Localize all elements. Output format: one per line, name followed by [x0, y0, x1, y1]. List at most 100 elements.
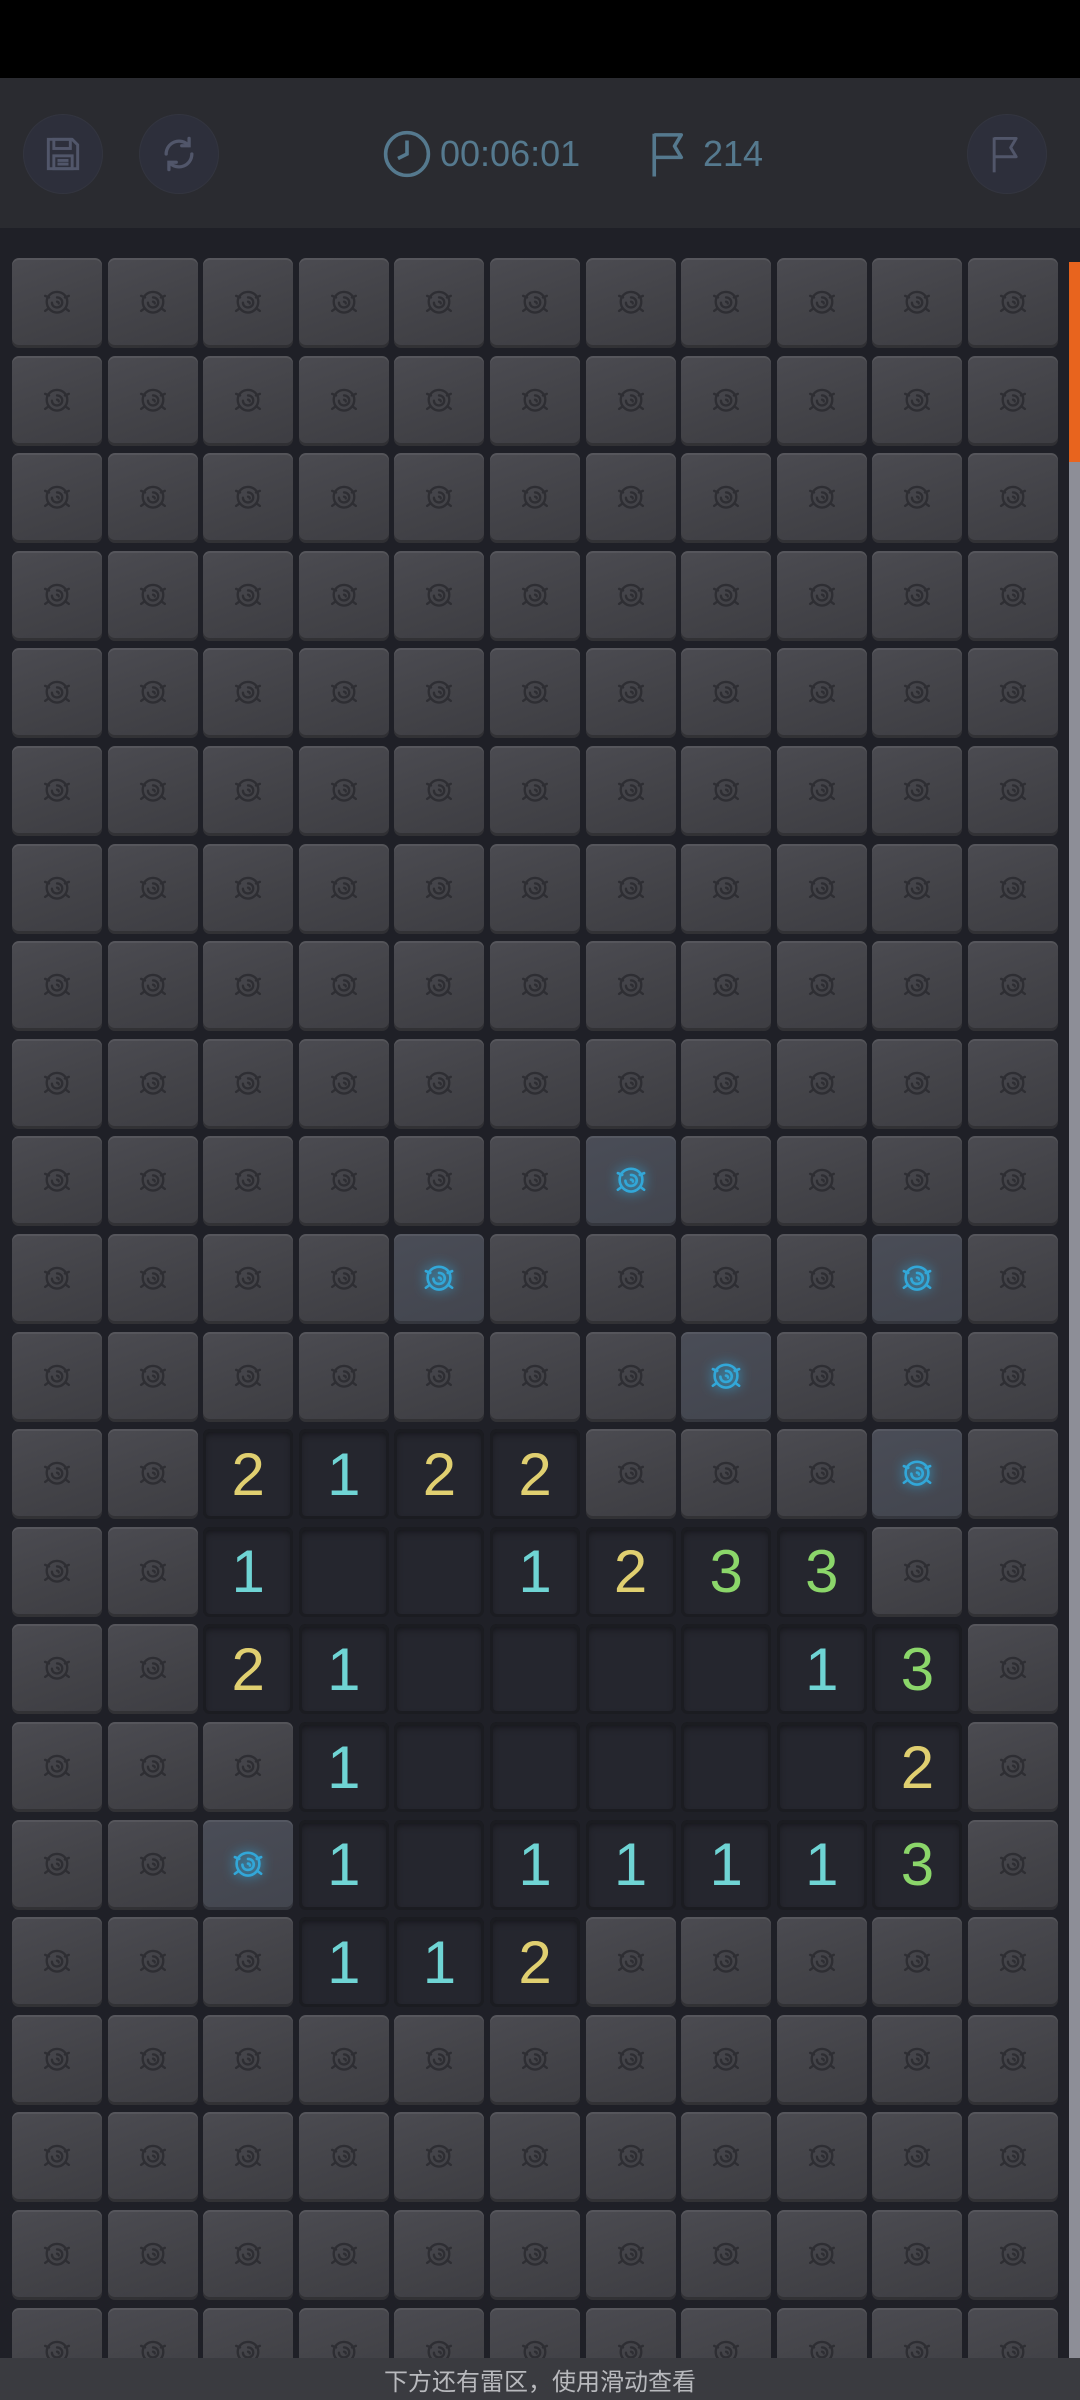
- hidden-cell[interactable]: [681, 1917, 772, 2008]
- hidden-cell[interactable]: [107, 1819, 198, 1910]
- hidden-cell[interactable]: [394, 258, 485, 348]
- hidden-cell[interactable]: [490, 453, 580, 544]
- hidden-cell[interactable]: [394, 1136, 485, 1227]
- hidden-cell[interactable]: [585, 746, 676, 836]
- hidden-cell[interactable]: [490, 1038, 580, 1129]
- hidden-cell[interactable]: [12, 2210, 102, 2300]
- hidden-cell[interactable]: [203, 648, 294, 739]
- hidden-cell[interactable]: [12, 843, 102, 934]
- hidden-cell[interactable]: [107, 1722, 198, 1812]
- hidden-cell[interactable]: [394, 2210, 485, 2300]
- hidden-cell[interactable]: [203, 941, 294, 1032]
- hidden-cell[interactable]: [107, 1624, 198, 1715]
- hidden-cell[interactable]: [298, 648, 389, 739]
- hidden-cell[interactable]: [203, 1234, 294, 1324]
- hidden-cell[interactable]: [12, 2014, 102, 2105]
- hidden-cell[interactable]: [107, 2112, 198, 2203]
- hidden-cell[interactable]: [107, 1038, 198, 1129]
- hidden-cell[interactable]: [585, 2210, 676, 2300]
- hidden-cell[interactable]: [203, 2112, 294, 2203]
- hidden-cell[interactable]: [968, 1331, 1058, 1422]
- hidden-cell[interactable]: [107, 1917, 198, 2008]
- hidden-cell[interactable]: [12, 1526, 102, 1617]
- hidden-cell[interactable]: [968, 1429, 1058, 1520]
- hidden-cell[interactable]: [107, 1331, 198, 1422]
- hidden-cell[interactable]: [12, 1331, 102, 1422]
- hidden-cell[interactable]: [107, 648, 198, 739]
- hidden-cell[interactable]: [872, 1038, 963, 1129]
- highlighted-cell[interactable]: [872, 1429, 963, 1520]
- hidden-cell[interactable]: [203, 2307, 294, 2358]
- revealed-number-cell[interactable]: 2: [203, 1429, 294, 1520]
- hidden-cell[interactable]: [968, 843, 1058, 934]
- hidden-cell[interactable]: [872, 648, 963, 739]
- hidden-cell[interactable]: [490, 550, 580, 641]
- hidden-cell[interactable]: [872, 1136, 963, 1227]
- hidden-cell[interactable]: [585, 843, 676, 934]
- hidden-cell[interactable]: [298, 2112, 389, 2203]
- hidden-cell[interactable]: [12, 453, 102, 544]
- hidden-cell[interactable]: [968, 746, 1058, 836]
- revealed-number-cell[interactable]: 3: [776, 1526, 867, 1617]
- hidden-cell[interactable]: [585, 1038, 676, 1129]
- hidden-cell[interactable]: [968, 2112, 1058, 2203]
- hidden-cell[interactable]: [203, 1136, 294, 1227]
- hidden-cell[interactable]: [107, 1136, 198, 1227]
- hidden-cell[interactable]: [394, 2014, 485, 2105]
- revealed-number-cell[interactable]: 1: [298, 1819, 389, 1910]
- hidden-cell[interactable]: [203, 1038, 294, 1129]
- hidden-cell[interactable]: [12, 1819, 102, 1910]
- hidden-cell[interactable]: [394, 843, 485, 934]
- hidden-cell[interactable]: [298, 2210, 389, 2300]
- hidden-cell[interactable]: [107, 843, 198, 934]
- hidden-cell[interactable]: [12, 1624, 102, 1715]
- hidden-cell[interactable]: [968, 1526, 1058, 1617]
- hidden-cell[interactable]: [968, 2210, 1058, 2300]
- hidden-cell[interactable]: [968, 258, 1058, 348]
- hidden-cell[interactable]: [490, 746, 580, 836]
- hidden-cell[interactable]: [12, 355, 102, 446]
- hidden-cell[interactable]: [681, 258, 772, 348]
- revealed-number-cell[interactable]: 1: [585, 1819, 676, 1910]
- hidden-cell[interactable]: [681, 2307, 772, 2358]
- hidden-cell[interactable]: [585, 355, 676, 446]
- hidden-cell[interactable]: [107, 746, 198, 836]
- revealed-number-cell[interactable]: 1: [394, 1917, 485, 2008]
- hidden-cell[interactable]: [107, 258, 198, 348]
- hidden-cell[interactable]: [776, 258, 867, 348]
- hidden-cell[interactable]: [872, 2014, 963, 2105]
- hidden-cell[interactable]: [490, 2112, 580, 2203]
- hidden-cell[interactable]: [776, 2112, 867, 2203]
- hidden-cell[interactable]: [394, 2307, 485, 2358]
- hidden-cell[interactable]: [872, 941, 963, 1032]
- revealed-number-cell[interactable]: 1: [681, 1819, 772, 1910]
- hidden-cell[interactable]: [490, 2014, 580, 2105]
- revealed-number-cell[interactable]: 1: [203, 1526, 294, 1617]
- hidden-cell[interactable]: [776, 1429, 867, 1520]
- hidden-cell[interactable]: [107, 1526, 198, 1617]
- hidden-cell[interactable]: [490, 843, 580, 934]
- hidden-cell[interactable]: [776, 1136, 867, 1227]
- hidden-cell[interactable]: [394, 2112, 485, 2203]
- hidden-cell[interactable]: [394, 648, 485, 739]
- restart-button[interactable]: [139, 114, 219, 194]
- highlighted-cell[interactable]: [681, 1331, 772, 1422]
- hidden-cell[interactable]: [681, 941, 772, 1032]
- revealed-number-cell[interactable]: 1: [776, 1819, 867, 1910]
- hidden-cell[interactable]: [968, 355, 1058, 446]
- scrollbar-track[interactable]: [1069, 262, 1080, 2360]
- hidden-cell[interactable]: [776, 1331, 867, 1422]
- hidden-cell[interactable]: [12, 648, 102, 739]
- hidden-cell[interactable]: [776, 355, 867, 446]
- hidden-cell[interactable]: [776, 2014, 867, 2105]
- highlighted-cell[interactable]: [394, 1234, 485, 1324]
- hidden-cell[interactable]: [298, 1234, 389, 1324]
- hidden-cell[interactable]: [776, 843, 867, 934]
- hidden-cell[interactable]: [12, 550, 102, 641]
- hidden-cell[interactable]: [490, 1234, 580, 1324]
- hidden-cell[interactable]: [298, 550, 389, 641]
- revealed-number-cell[interactable]: 1: [490, 1819, 580, 1910]
- revealed-number-cell[interactable]: 2: [490, 1429, 580, 1520]
- hidden-cell[interactable]: [490, 355, 580, 446]
- hidden-cell[interactable]: [394, 453, 485, 544]
